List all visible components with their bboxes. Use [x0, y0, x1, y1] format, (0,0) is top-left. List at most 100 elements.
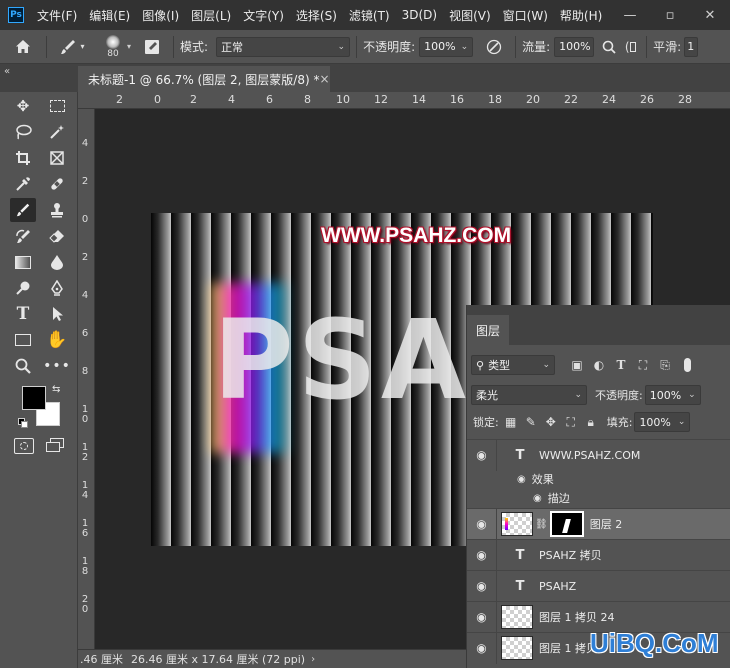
menu-image[interactable]: 图像(I)	[139, 7, 188, 24]
link-icon[interactable]: ⛓	[535, 519, 548, 530]
status-bar: .46 厘米 26.46 厘米 x 17.64 厘米 (72 ppi) ›	[78, 649, 466, 668]
gradient-tool[interactable]	[10, 250, 36, 274]
lock-transparency-icon[interactable]: ▦	[503, 414, 519, 430]
menu-filter[interactable]: 滤镜(T)	[346, 7, 399, 24]
screen-mode-button[interactable]	[46, 438, 68, 454]
quick-mask-button[interactable]	[14, 438, 34, 454]
lock-artboard-icon[interactable]: ⛶	[563, 414, 579, 430]
document-tab[interactable]: 未标题-1 @ 66.7% (图层 2, 图层蒙版/8) * ×	[78, 66, 330, 92]
pixel-filter-icon[interactable]: ▣	[569, 357, 585, 373]
history-brush-tool[interactable]	[10, 224, 36, 248]
pressure-opacity-button[interactable]	[479, 39, 509, 55]
adjustment-filter-icon[interactable]: ◐	[591, 357, 607, 373]
smoothing-field[interactable]: 1	[684, 36, 699, 57]
restore-button[interactable]: ▫	[650, 0, 690, 30]
visibility-eye-icon[interactable]: ◉	[467, 508, 497, 540]
tool-preset-picker[interactable]: ▾	[53, 38, 91, 56]
visibility-eye-icon[interactable]: ◉	[467, 539, 497, 571]
smart-object-filter-icon[interactable]: ⎘	[657, 357, 673, 373]
layer-row-selected[interactable]: ◉ ⛓ 图层 2	[467, 508, 730, 540]
path-selection-tool[interactable]	[44, 302, 70, 326]
brush-size-picker[interactable]: 80	[91, 34, 135, 59]
effect-stroke-row[interactable]: ◉ 描边	[467, 488, 730, 508]
toggle-button[interactable]: (	[620, 40, 640, 54]
marquee-tool[interactable]	[44, 94, 70, 118]
shape-filter-icon[interactable]: ⛶	[635, 357, 651, 373]
type-tool[interactable]: T	[10, 302, 36, 326]
brush-settings-button[interactable]	[137, 39, 167, 55]
default-colors-icon[interactable]	[18, 418, 28, 428]
airbrush-button[interactable]	[598, 40, 620, 54]
effects-row[interactable]: ◉ 效果	[467, 469, 730, 489]
layer-row[interactable]: ◉ T PSAHZ	[467, 570, 730, 602]
lock-all-icon[interactable]: 🔒︎	[583, 414, 599, 430]
filter-toggle-icon[interactable]	[679, 357, 695, 373]
smoothing-value: 1	[687, 40, 695, 53]
layer-mask-thumbnail[interactable]	[549, 511, 584, 537]
swap-colors-icon[interactable]: ⇆	[52, 384, 60, 395]
type-filter-icon[interactable]: T	[613, 357, 629, 373]
home-button[interactable]	[6, 39, 40, 54]
menu-type[interactable]: 文字(Y)	[240, 7, 293, 24]
lock-position-icon[interactable]: ✥	[543, 414, 559, 430]
ruler-label: 2	[116, 93, 123, 106]
blur-tool[interactable]	[44, 250, 70, 274]
close-tab-button[interactable]: ×	[319, 72, 329, 86]
layers-tab[interactable]: 图层	[467, 315, 509, 345]
status-menu-icon[interactable]: ›	[311, 654, 315, 665]
zoom-tool[interactable]	[10, 354, 36, 378]
rectangle-tool[interactable]	[10, 328, 36, 352]
fill-field[interactable]: 100% ⌄	[634, 412, 691, 432]
brush-icon	[16, 203, 30, 217]
history-brush-icon	[16, 229, 30, 243]
lock-pixels-icon[interactable]: ✎	[523, 414, 539, 430]
pen-tool[interactable]	[44, 276, 70, 300]
ruler-label: 28	[678, 93, 692, 106]
visibility-eye-icon[interactable]: ◉	[467, 632, 497, 664]
flow-field[interactable]: 100%	[554, 36, 595, 57]
mode-label: 模式:	[180, 40, 209, 54]
visibility-eye-icon[interactable]: ◉	[517, 474, 526, 485]
lasso-tool[interactable]	[10, 120, 36, 144]
menu-3d[interactable]: 3D(D)	[399, 8, 446, 22]
ruler-label: 18	[488, 93, 502, 106]
effects-spacer	[467, 469, 497, 489]
menu-help[interactable]: 帮助(H)	[557, 7, 611, 24]
ruler-label: 14	[81, 480, 89, 501]
menu-select[interactable]: 选择(S)	[293, 7, 346, 24]
menu-file[interactable]: 文件(F)	[34, 7, 86, 24]
layer-row[interactable]: ◉ T WWW.PSAHZ.COM	[467, 439, 730, 471]
drop-icon	[51, 255, 63, 270]
layer-blend-mode-select[interactable]: 柔光 ⌄	[471, 385, 587, 405]
visibility-eye-icon[interactable]: ◉	[467, 601, 497, 633]
eyedropper-tool[interactable]	[10, 172, 36, 196]
layer-row[interactable]: ◉ T PSAHZ 拷贝	[467, 539, 730, 571]
collapse-toolbar-button[interactable]: «	[4, 66, 10, 77]
move-tool[interactable]: ✥	[10, 94, 36, 118]
visibility-eye-icon[interactable]: ◉	[533, 493, 542, 504]
zoom-readout[interactable]: .46 厘米	[80, 651, 123, 667]
menu-layer[interactable]: 图层(L)	[188, 7, 240, 24]
visibility-eye-icon[interactable]: ◉	[467, 439, 497, 471]
magic-wand-tool[interactable]	[44, 120, 70, 144]
more-tools-button[interactable]: •••	[43, 354, 70, 378]
hand-tool[interactable]: ✋	[44, 328, 70, 352]
eraser-tool[interactable]	[44, 224, 70, 248]
opacity-field[interactable]: 100% ⌄	[419, 36, 474, 57]
layer-opacity-field[interactable]: 100% ⌄	[644, 385, 701, 405]
clone-stamp-tool[interactable]	[44, 198, 70, 222]
frame-tool[interactable]	[44, 146, 70, 170]
crop-tool[interactable]	[10, 146, 36, 170]
brush-tool[interactable]	[10, 198, 36, 222]
blend-mode-select[interactable]: 正常 ⌄	[216, 36, 351, 57]
visibility-eye-icon[interactable]: ◉	[467, 570, 497, 602]
foreground-color-swatch[interactable]	[22, 386, 46, 410]
close-window-button[interactable]: ✕	[690, 0, 730, 30]
menu-edit[interactable]: 编辑(E)	[86, 7, 139, 24]
healing-brush-tool[interactable]	[44, 172, 70, 196]
menu-view[interactable]: 视图(V)	[446, 7, 500, 24]
menu-window[interactable]: 窗口(W)	[500, 7, 557, 24]
dodge-tool[interactable]	[10, 276, 36, 300]
minimize-button[interactable]: —	[610, 0, 650, 30]
layer-filter-select[interactable]: ⚲ 类型 ⌄	[471, 355, 555, 375]
